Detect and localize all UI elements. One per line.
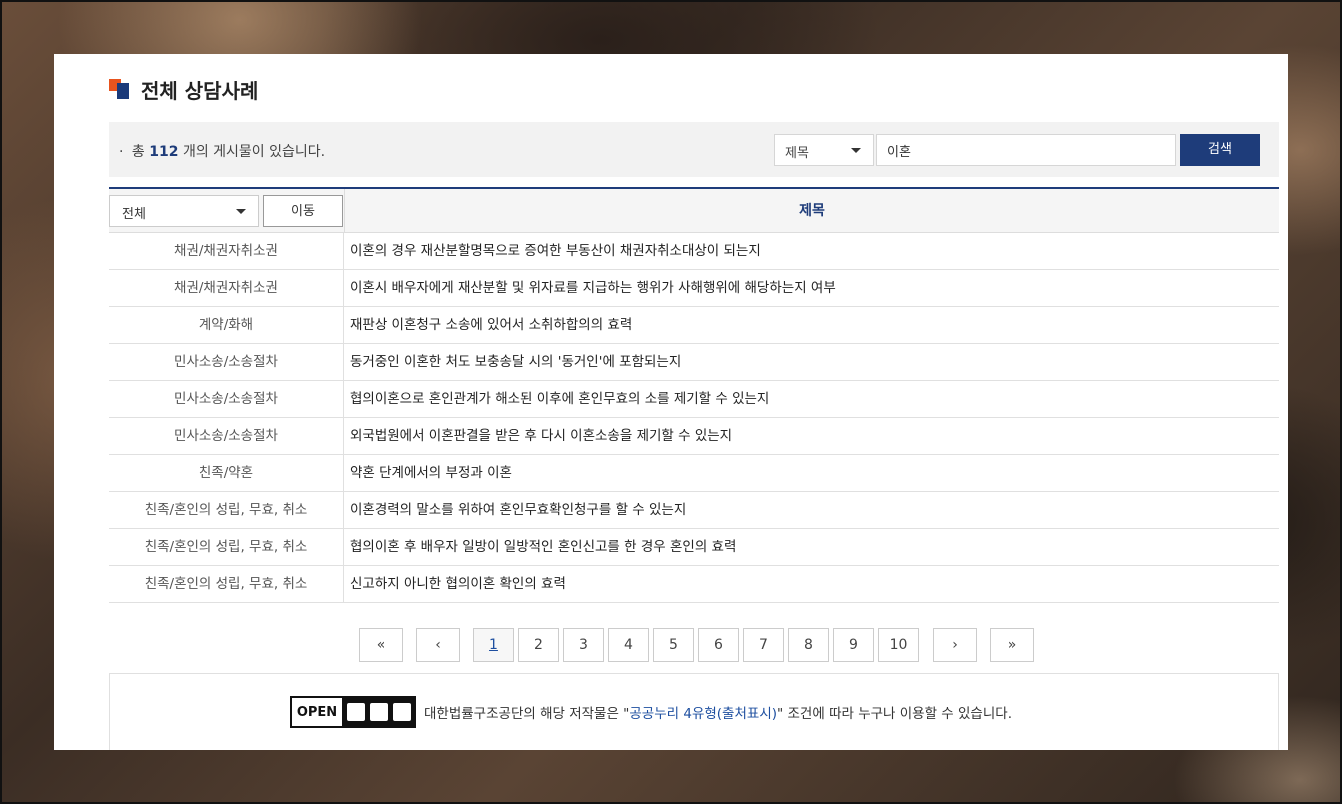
search-field-select[interactable]: 제목 <box>774 134 874 166</box>
page-title: 전체 상담사례 <box>141 78 259 103</box>
table-row: 친족/혼인의 성립, 무효, 취소 신고하지 아니한 협의이혼 확인의 효력 <box>109 566 1279 603</box>
section-marker-icon <box>109 79 129 99</box>
row-title-link[interactable]: 약혼 단계에서의 부정과 이혼 <box>344 455 1279 491</box>
table-header: 전체 이동 제목 <box>109 189 1279 233</box>
page-8-button[interactable]: 8 <box>788 628 829 662</box>
page-10-button[interactable]: 10 <box>878 628 919 662</box>
row-category: 계약/화해 <box>109 307 344 343</box>
row-title-link[interactable]: 동거중인 이혼한 처도 보충송달 시의 '동거인'에 포함되는지 <box>344 344 1279 380</box>
page-9-button[interactable]: 9 <box>833 628 874 662</box>
table-row: 채권/채권자취소권 이혼시 배우자에게 재산분할 및 위자료를 지급하는 행위가 … <box>109 270 1279 307</box>
row-category: 채권/채권자취소권 <box>109 270 344 306</box>
next-page-button[interactable]: › <box>933 628 977 662</box>
page-4-button[interactable]: 4 <box>608 628 649 662</box>
category-select-value: 전체 <box>122 207 146 222</box>
table-body: 채권/채권자취소권 이혼의 경우 재산분할명목으로 증여한 부동산이 채권자취소대… <box>109 233 1279 603</box>
page-3-button[interactable]: 3 <box>563 628 604 662</box>
row-title-link[interactable]: 이혼경력의 말소를 위하여 혼인무효확인청구를 할 수 있는지 <box>344 492 1279 528</box>
pagination: « ‹ 1 2 3 4 5 6 7 8 9 10 › » <box>359 628 1034 662</box>
table-row: 민사소송/소송절차 외국법원에서 이혼판결을 받은 후 다시 이혼소송을 제기할 … <box>109 418 1279 455</box>
last-page-button[interactable]: » <box>990 628 1034 662</box>
search-button[interactable]: 검색 <box>1180 134 1260 166</box>
noderivs-icon <box>393 703 412 721</box>
chevron-down-icon <box>236 209 246 214</box>
page-1-button[interactable]: 1 <box>473 628 514 662</box>
open-badge-text: OPEN <box>292 698 344 726</box>
row-category: 친족/혼인의 성립, 무효, 취소 <box>109 566 344 602</box>
license-type-link[interactable]: 공공누리 4유형(출처표시) <box>629 706 777 722</box>
row-category: 민사소송/소송절차 <box>109 344 344 380</box>
license-content: OPEN 대한법률구조공단의 해당 저작물은 "공공누리 4유형(출처표시)" … <box>290 696 1012 728</box>
page-heading: 전체 상담사례 <box>109 76 259 103</box>
category-select[interactable]: 전체 <box>109 195 259 227</box>
license-box: OPEN 대한법률구조공단의 해당 저작물은 "공공누리 4유형(출처표시)" … <box>109 673 1279 750</box>
table-row: 친족/혼인의 성립, 무효, 취소 이혼경력의 말소를 위하여 혼인무효확인청구를… <box>109 492 1279 529</box>
move-button[interactable]: 이동 <box>263 195 343 227</box>
case-table: 전체 이동 제목 채권/채권자취소권 이혼의 경우 재산분할명목으로 증여한 부동… <box>109 187 1279 603</box>
attribution-icon <box>346 703 365 721</box>
search-input[interactable] <box>876 134 1176 166</box>
row-category: 친족/약혼 <box>109 455 344 491</box>
row-title-link[interactable]: 협의이혼으로 혼인관계가 해소된 이후에 혼인무효의 소를 제기할 수 있는지 <box>344 381 1279 417</box>
license-marks <box>344 698 414 726</box>
total-count: 112 <box>149 144 179 160</box>
total-suffix: 개의 게시물이 있습니다. <box>182 144 326 160</box>
total-count-text: · 총 112 개의 게시물이 있습니다. <box>119 141 325 161</box>
search-bar: · 총 112 개의 게시물이 있습니다. 제목 검색 <box>109 122 1279 177</box>
row-category: 민사소송/소송절차 <box>109 381 344 417</box>
row-title-link[interactable]: 신고하지 아니한 협의이혼 확인의 효력 <box>344 566 1279 602</box>
row-title-link[interactable]: 재판상 이혼청구 소송에 있어서 소취하합의의 효력 <box>344 307 1279 343</box>
title-column-header: 제목 <box>344 189 1279 233</box>
first-page-button[interactable]: « <box>359 628 403 662</box>
page-7-button[interactable]: 7 <box>743 628 784 662</box>
row-category: 친족/혼인의 성립, 무효, 취소 <box>109 529 344 565</box>
row-title-link[interactable]: 외국법원에서 이혼판결을 받은 후 다시 이혼소송을 제기할 수 있는지 <box>344 418 1279 454</box>
search-field-value: 제목 <box>785 146 809 161</box>
content-panel: 전체 상담사례 · 총 112 개의 게시물이 있습니다. 제목 검색 전체 이… <box>54 54 1288 750</box>
noncommercial-icon <box>369 703 388 721</box>
row-title-link[interactable]: 이혼의 경우 재산분할명목으로 증여한 부동산이 채권자취소대상이 되는지 <box>344 233 1279 269</box>
page-numbers: 1 2 3 4 5 6 7 8 9 10 <box>473 628 933 662</box>
page-2-button[interactable]: 2 <box>518 628 559 662</box>
table-row: 민사소송/소송절차 협의이혼으로 혼인관계가 해소된 이후에 혼인무효의 소를 제… <box>109 381 1279 418</box>
total-prefix: 총 <box>131 144 145 160</box>
page-5-button[interactable]: 5 <box>653 628 694 662</box>
row-category: 친족/혼인의 성립, 무효, 취소 <box>109 492 344 528</box>
table-row: 채권/채권자취소권 이혼의 경우 재산분할명목으로 증여한 부동산이 채권자취소대… <box>109 233 1279 270</box>
kogl-open-logo: OPEN <box>290 696 416 728</box>
table-row: 친족/혼인의 성립, 무효, 취소 협의이혼 후 배우자 일방이 일방적인 혼인신… <box>109 529 1279 566</box>
row-category: 민사소송/소송절차 <box>109 418 344 454</box>
table-row: 민사소송/소송절차 동거중인 이혼한 처도 보충송달 시의 '동거인'에 포함되는… <box>109 344 1279 381</box>
prev-page-button[interactable]: ‹ <box>416 628 460 662</box>
page-6-button[interactable]: 6 <box>698 628 739 662</box>
row-category: 채권/채권자취소권 <box>109 233 344 269</box>
table-row: 계약/화해 재판상 이혼청구 소송에 있어서 소취하합의의 효력 <box>109 307 1279 344</box>
chevron-down-icon <box>851 148 861 153</box>
row-title-link[interactable]: 협의이혼 후 배우자 일방이 일방적인 혼인신고를 한 경우 혼인의 효력 <box>344 529 1279 565</box>
bullet-icon: · <box>119 144 124 160</box>
table-row: 친족/약혼 약혼 단계에서의 부정과 이혼 <box>109 455 1279 492</box>
license-text: 대한법률구조공단의 해당 저작물은 "공공누리 4유형(출처표시)" 조건에 따… <box>424 706 1012 722</box>
row-title-link[interactable]: 이혼시 배우자에게 재산분할 및 위자료를 지급하는 행위가 사해행위에 해당하… <box>344 270 1279 306</box>
